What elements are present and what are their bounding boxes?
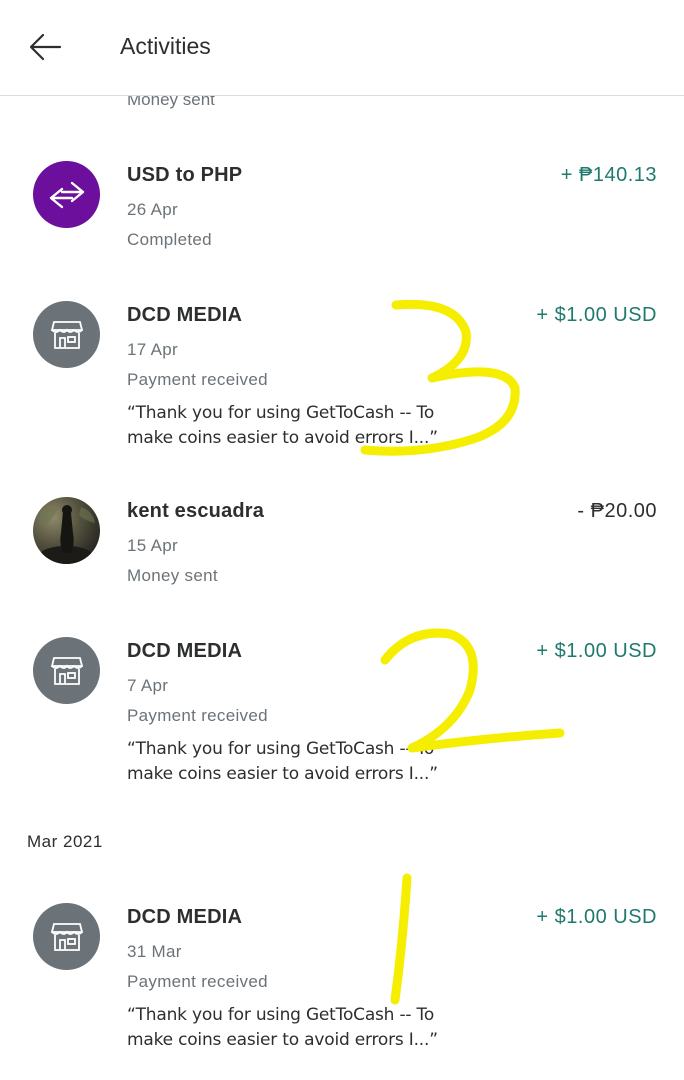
arrow-left-icon (29, 33, 62, 61)
exchange-avatar (33, 161, 100, 228)
transaction-note-line: “Thank you for using GetToCash -- To (127, 739, 435, 759)
page-title: Activities (120, 33, 211, 59)
merchant-avatar (33, 903, 100, 970)
profile-photo-icon (39, 505, 95, 564)
transaction-status: Payment received (127, 370, 268, 389)
transaction-date: 26 Apr (127, 200, 178, 219)
back-button[interactable] (26, 28, 66, 68)
transaction-name: USD to PHP (127, 164, 243, 186)
transaction-row[interactable]: kent escuadra 15 Apr Money sent - ₱20.00 (0, 486, 684, 596)
transaction-row[interactable]: DCD MEDIA 7 Apr Payment received “Thank … (0, 626, 684, 796)
transaction-status: Payment received (127, 972, 268, 991)
transaction-amount: + $1.00 USD (536, 304, 657, 326)
app-header: Activities (0, 0, 684, 96)
transaction-name: kent escuadra (127, 500, 265, 522)
transaction-row[interactable]: DCD MEDIA 17 Apr Payment received “Thank… (0, 290, 684, 460)
transaction-amount: + $1.00 USD (536, 640, 657, 662)
transaction-amount: + $1.00 USD (536, 906, 657, 928)
currency-exchange-icon (49, 181, 84, 208)
transaction-status: Money sent (127, 566, 218, 585)
transaction-note-line: make coins easier to avoid errors I...” (127, 764, 438, 784)
store-icon (50, 656, 83, 685)
transaction-date: 31 Mar (127, 942, 182, 961)
transaction-note-line: “Thank you for using GetToCash -- To (127, 1005, 435, 1025)
transaction-name: DCD MEDIA (127, 640, 243, 662)
transaction-date: 17 Apr (127, 340, 178, 359)
merchant-avatar (33, 637, 100, 704)
transaction-amount: - ₱20.00 (577, 500, 657, 522)
transaction-date: 7 Apr (127, 676, 169, 695)
transaction-row[interactable]: DCD MEDIA 31 Mar Payment received “Thank… (0, 892, 684, 1062)
transaction-date: 15 Apr (127, 536, 178, 555)
profile-photo (33, 497, 100, 564)
transaction-status: Payment received (127, 706, 268, 725)
transaction-row[interactable]: USD to PHP 26 Apr Completed + ₱140.13 (0, 150, 684, 270)
merchant-avatar (33, 301, 100, 368)
transaction-note-line: make coins easier to avoid errors I...” (127, 428, 438, 448)
transaction-name: DCD MEDIA (127, 304, 243, 326)
transaction-note-line: make coins easier to avoid errors I...” (127, 1030, 438, 1050)
transaction-amount: + ₱140.13 (560, 164, 657, 186)
transaction-name: DCD MEDIA (127, 906, 243, 928)
store-icon (50, 922, 83, 951)
store-icon (50, 320, 83, 349)
transaction-status: Completed (127, 230, 212, 249)
transaction-note-line: “Thank you for using GetToCash -- To (127, 403, 435, 423)
section-header: Mar 2021 (27, 832, 103, 851)
